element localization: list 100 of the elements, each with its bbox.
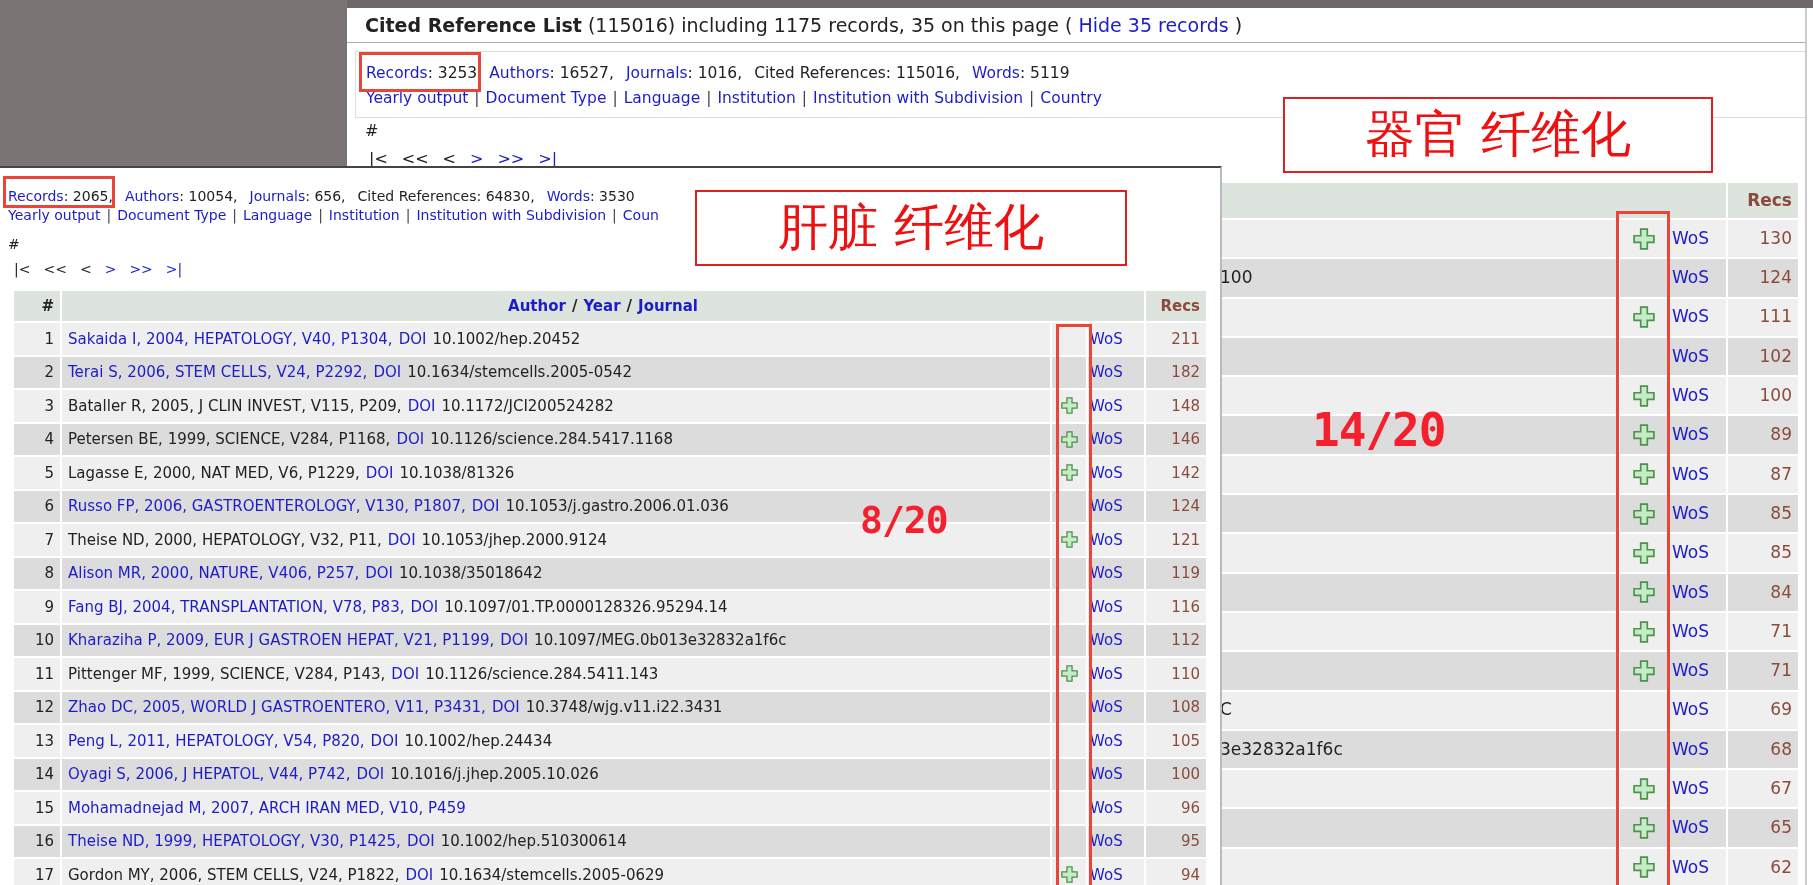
plus-icon[interactable] — [1060, 531, 1078, 549]
plus-icon[interactable] — [1633, 502, 1655, 525]
wos-link[interactable]: WoS — [1090, 731, 1123, 750]
wos-link[interactable]: WoS — [1090, 698, 1123, 716]
doi-link[interactable]: DOI — [387, 530, 416, 549]
view-link[interactable]: Language — [243, 207, 313, 223]
plus-icon[interactable] — [1633, 777, 1655, 800]
sort-link[interactable]: Year — [583, 296, 621, 315]
doi-link[interactable]: DOI — [500, 631, 529, 649]
view-link[interactable]: Institution with Subdivision — [813, 89, 1024, 107]
wos-link[interactable]: WoS — [1672, 385, 1709, 406]
plus-icon[interactable] — [1633, 306, 1655, 329]
pager-link[interactable]: >| — [165, 260, 183, 279]
wos-link[interactable]: WoS — [1672, 817, 1709, 838]
wos-link[interactable]: WoS — [1672, 581, 1709, 602]
plus-icon[interactable] — [1060, 665, 1078, 683]
wos-link[interactable]: WoS — [1090, 832, 1123, 850]
stat-link[interactable]: Records — [366, 64, 428, 82]
doi-link[interactable]: DOI — [396, 430, 425, 448]
wos-link[interactable]: WoS — [1672, 738, 1709, 759]
wos-link[interactable]: WoS — [1090, 430, 1123, 448]
pager-link[interactable]: > — [470, 149, 484, 169]
wos-link[interactable]: WoS — [1090, 597, 1123, 616]
doi-link[interactable]: DOI — [406, 832, 435, 850]
plus-icon[interactable] — [1060, 866, 1078, 884]
wos-link[interactable]: WoS — [1672, 306, 1709, 327]
plus-icon[interactable] — [1633, 817, 1655, 840]
doi-link[interactable]: DOI — [491, 698, 520, 716]
wos-link[interactable]: WoS — [1672, 778, 1709, 799]
citation-link[interactable]: Oyagi S, 2006, J HEPATOL, V44, P742, — [68, 765, 351, 783]
wos-link[interactable]: WoS — [1672, 502, 1709, 523]
citation-link[interactable]: Terai S, 2006, STEM CELLS, V24, P2292, — [68, 363, 368, 381]
citation-link[interactable]: Theise ND, 1999, HEPATOLOGY, V30, P1425, — [68, 832, 401, 850]
stat-link[interactable]: Journals — [625, 64, 688, 82]
plus-icon[interactable] — [1633, 463, 1655, 486]
doi-link[interactable]: DOI — [365, 463, 394, 482]
plus-icon[interactable] — [1633, 620, 1655, 643]
wos-link[interactable]: WoS — [1090, 329, 1123, 348]
plus-icon[interactable] — [1633, 856, 1655, 879]
pager-link[interactable]: >| — [538, 149, 558, 169]
citation-link[interactable]: Kharaziha P, 2009, EUR J GASTROEN HEPAT, V21, P1199, — [68, 631, 495, 649]
citation-link[interactable]: Peng L, 2011, HEPATOLOGY, V54, P820, — [68, 731, 365, 750]
stat-link[interactable]: Words — [546, 188, 590, 204]
wos-link[interactable]: WoS — [1672, 345, 1709, 366]
view-link[interactable]: Country — [1040, 89, 1102, 107]
stat-link[interactable]: Journals — [249, 188, 306, 204]
citation-link[interactable]: Zhao DC, 2005, WORLD J GASTROENTERO, V11, P3431, — [68, 698, 486, 716]
plus-icon[interactable] — [1060, 397, 1078, 415]
plus-icon[interactable] — [1060, 430, 1078, 448]
doi-link[interactable]: DOI — [365, 564, 394, 582]
wos-link[interactable]: WoS — [1672, 856, 1709, 877]
citation-link[interactable]: Fang BJ, 2004, TRANSPLANTATION, V78, P83, — [68, 597, 405, 616]
doi-link[interactable]: DOI — [398, 329, 427, 348]
wos-link[interactable]: WoS — [1090, 865, 1123, 884]
stat-link[interactable]: Records — [8, 188, 64, 204]
wos-link[interactable]: WoS — [1090, 363, 1123, 381]
plus-icon[interactable] — [1633, 424, 1655, 447]
citation-link[interactable]: Sakaida I, 2004, HEPATOLOGY, V40, P1304, — [68, 329, 393, 348]
wos-link[interactable]: WoS — [1090, 396, 1123, 415]
plus-icon[interactable] — [1633, 659, 1655, 682]
plus-icon[interactable] — [1633, 384, 1655, 407]
wos-link[interactable]: WoS — [1672, 660, 1709, 681]
wos-link[interactable]: WoS — [1672, 267, 1709, 288]
pager-link[interactable]: >> — [497, 149, 525, 169]
view-link[interactable]: Yearly output — [366, 89, 469, 107]
stat-link[interactable]: Words — [972, 64, 1020, 82]
doi-link[interactable]: DOI — [391, 664, 420, 683]
doi-link[interactable]: DOI — [405, 865, 434, 884]
wos-link[interactable]: WoS — [1090, 664, 1123, 683]
wos-link[interactable]: WoS — [1090, 463, 1123, 482]
plus-icon[interactable] — [1633, 227, 1655, 250]
doi-link[interactable]: DOI — [370, 731, 399, 750]
view-link[interactable]: Document Type — [485, 89, 607, 107]
citation-link[interactable]: Alison MR, 2000, NATURE, V406, P257, — [68, 564, 360, 582]
plus-icon[interactable] — [1633, 581, 1655, 604]
wos-link[interactable]: WoS — [1090, 564, 1123, 582]
view-link[interactable]: Document Type — [117, 207, 227, 223]
doi-link[interactable]: DOI — [373, 363, 402, 381]
plus-icon[interactable] — [1060, 464, 1078, 482]
hide-link[interactable]: Hide 35 records — [1078, 14, 1229, 36]
doi-link[interactable]: DOI — [471, 497, 500, 515]
view-link[interactable]: Institution — [328, 207, 400, 223]
pager-link[interactable]: > — [104, 260, 117, 279]
plus-icon[interactable] — [1633, 542, 1655, 564]
wos-link[interactable]: WoS — [1672, 227, 1709, 248]
sort-link[interactable]: Author — [508, 296, 566, 315]
wos-link[interactable]: WoS — [1672, 699, 1709, 720]
wos-link[interactable]: WoS — [1090, 765, 1123, 783]
wos-link[interactable]: WoS — [1672, 463, 1709, 484]
view-link[interactable]: Yearly output — [8, 207, 101, 223]
view-link[interactable]: Coun — [622, 207, 659, 223]
doi-link[interactable]: DOI — [356, 765, 385, 783]
pager-link[interactable]: >> — [129, 260, 153, 279]
doi-link[interactable]: DOI — [410, 597, 439, 616]
doi-link[interactable]: DOI — [407, 396, 436, 415]
view-link[interactable]: Institution with Subdivision — [416, 207, 607, 223]
citation-link[interactable]: Mohamadnejad M, 2007, ARCH IRAN MED, V10, P459 — [68, 798, 466, 817]
sort-link[interactable]: Journal — [638, 296, 698, 315]
wos-link[interactable]: WoS — [1090, 631, 1123, 649]
citation-link[interactable]: Russo FP, 2006, GASTROENTEROLOGY, V130, P1807, — [68, 497, 466, 515]
